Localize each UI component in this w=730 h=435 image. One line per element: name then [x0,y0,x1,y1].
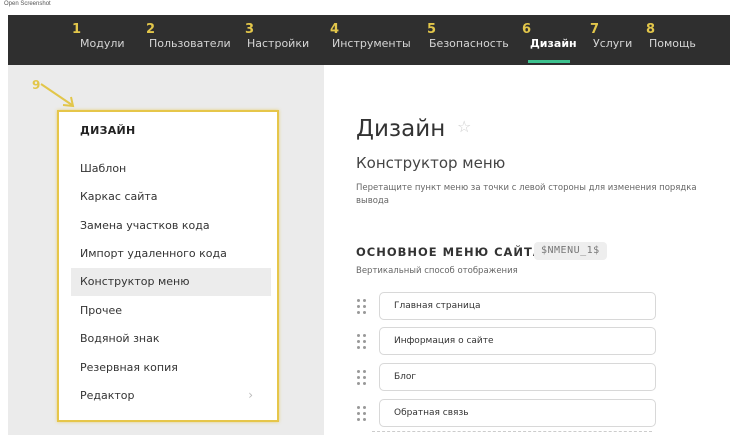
menu-item-label: Главная страница [394,301,481,311]
sidebar-item-label: Каркас сайта [80,190,158,203]
menu-row: Блог [352,363,662,391]
star-icon[interactable]: ☆ [457,117,471,136]
nav-item-label: Настройки [247,37,310,50]
menu-row: Главная страница [352,292,662,320]
menu-item-field[interactable]: Блог [379,363,656,391]
menu-variable-badge: $NMENU_1$ [534,242,607,260]
section-subtitle: Вертикальный способ отображения [356,266,518,276]
page-title: Дизайн [356,116,446,142]
sidebar-item-label: Водяной знак [80,332,160,345]
nav-number: 2 [146,22,156,37]
sidebar-item-backup[interactable]: Резервная копия [71,354,271,382]
sidebar-item-menu-builder[interactable]: Конструктор меню [71,268,271,296]
nav-item-label: Помощь [649,37,696,50]
nav-number: 4 [330,22,340,37]
drop-zone-divider [372,431,652,432]
menu-row: Информация о сайте [352,327,662,355]
menu-item-label: Блог [394,372,417,382]
top-navigation-bar: 1 Модули 2 Пользователи 3 Настройки 4 Ин… [8,15,730,65]
sidebar-item-code-replace[interactable]: Замена участков кода [71,212,271,240]
menu-row: Обратная связь [352,399,662,427]
drag-handle-icon[interactable] [356,369,368,385]
nav-item-label: Безопасность [429,37,509,50]
chevron-right-icon: › [248,388,253,402]
nav-item-label: Дизайн [530,37,577,50]
nav-number: 6 [522,22,532,37]
sidebar-item-other[interactable]: Прочее [71,297,271,325]
section-title: ОСНОВНОЕ МЕНЮ САЙТА [356,245,543,259]
sidebar-item-label: Замена участков кода [80,219,210,232]
sidebar-item-label: Редактор [80,389,135,402]
annotation-arrow-icon [40,83,75,108]
sidebar-item-label: Конструктор меню [80,275,190,288]
sidebar-item-site-frame[interactable]: Каркас сайта [71,183,271,211]
design-sidebar: ДИЗАЙН Шаблон Каркас сайта Замена участк… [57,110,279,422]
nav-number: 7 [590,22,600,37]
sidebar-title: ДИЗАЙН [80,124,136,137]
page-description: Перетащите пункт меню за точки с левой с… [356,183,697,206]
nav-item-label: Модули [80,37,125,50]
menu-item-label: Обратная связь [394,408,469,418]
nav-item-label: Пользователи [149,37,231,50]
sidebar-item-remote-import[interactable]: Импорт удаленного кода [71,240,271,268]
nav-item-label: Услуги [593,37,633,50]
menu-item-field[interactable]: Информация о сайте [379,327,656,355]
sidebar-item-watermark[interactable]: Водяной знак [71,325,271,353]
nav-number: 1 [72,22,82,37]
nav-item-label: Инструменты [332,37,411,50]
sidebar-item-label: Шаблон [80,162,127,175]
nav-number: 5 [427,22,437,37]
drag-handle-icon[interactable] [356,333,368,349]
window-title: Open Screenshot [4,1,51,7]
sidebar-item-label: Прочее [80,304,123,317]
drag-handle-icon[interactable] [356,405,368,421]
sidebar-item-label: Резервная копия [80,361,178,374]
nav-number: 3 [245,22,255,37]
page-subtitle: Конструктор меню [356,154,506,172]
drag-handle-icon[interactable] [356,298,368,314]
sidebar-item-template[interactable]: Шаблон [71,155,271,183]
sidebar-item-label: Импорт удаленного кода [80,247,227,260]
menu-item-field[interactable]: Главная страница [379,292,656,320]
menu-item-field[interactable]: Обратная связь [379,399,656,427]
sidebar-item-editor[interactable]: Редактор › [71,382,271,410]
nav-number: 8 [646,22,656,37]
menu-item-label: Информация о сайте [394,336,494,346]
active-tab-indicator [528,60,570,63]
